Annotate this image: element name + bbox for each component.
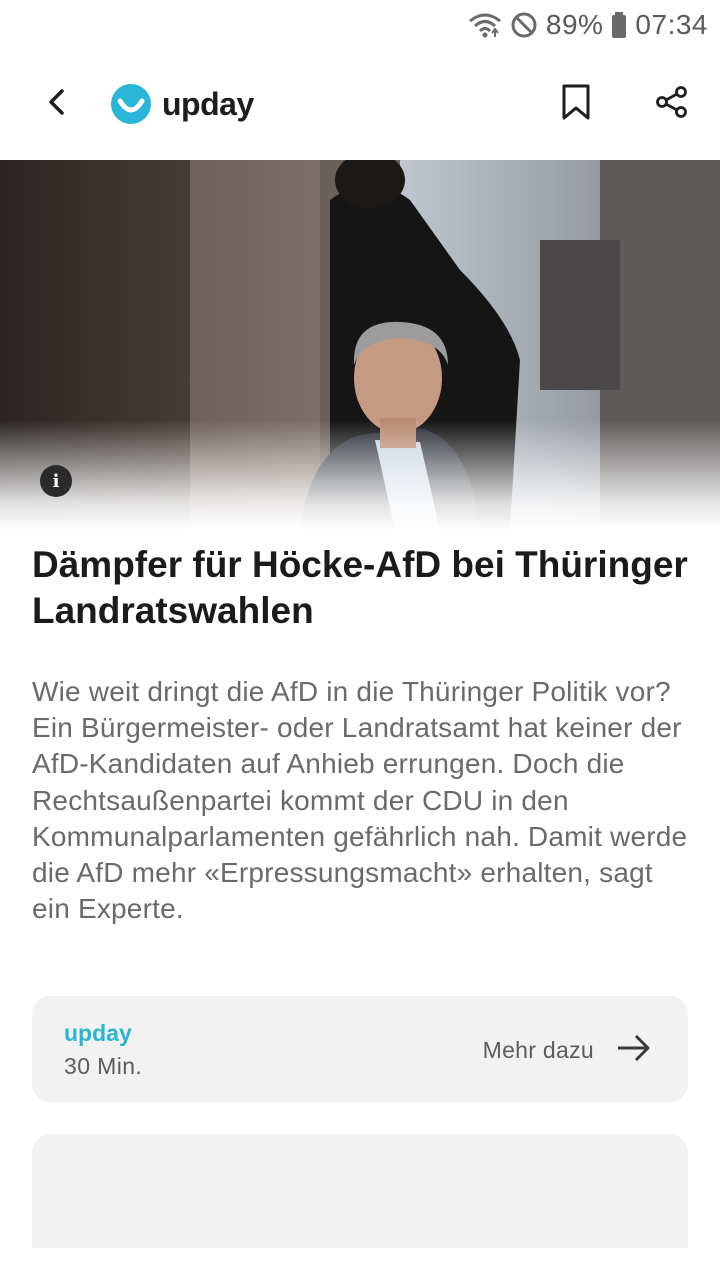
source-name: upday	[64, 1020, 132, 1046]
back-button[interactable]	[30, 80, 82, 128]
battery-percent: 89%	[545, 9, 604, 40]
status-bar: 89% 07:34	[0, 0, 720, 50]
share-icon	[655, 85, 689, 124]
share-button[interactable]	[646, 78, 698, 130]
source-time: 30 Min.	[64, 1053, 143, 1079]
article-screen: 89% 07:34 upday i Dämpfer für Höcke-AfD …	[0, 0, 720, 1280]
app-bar: upday	[0, 60, 720, 148]
back-arrow-icon	[46, 87, 66, 122]
article-headline: Dämpfer für Höcke-AfD bei Thüringer Land…	[32, 544, 688, 631]
brand: upday	[110, 82, 254, 126]
info-icon[interactable]: i	[40, 465, 72, 497]
bookmark-button[interactable]	[550, 78, 602, 130]
battery-icon	[611, 11, 627, 39]
hero-fade	[0, 420, 720, 530]
more-label: Mehr dazu	[482, 1036, 594, 1063]
next-card-placeholder	[32, 1134, 688, 1248]
brand-name: upday	[162, 85, 254, 122]
upday-logo-icon	[110, 83, 152, 125]
wifi-icon	[468, 11, 502, 39]
more-link[interactable]: Mehr dazu	[483, 1030, 652, 1070]
bookmark-icon	[561, 83, 591, 126]
do-not-disturb-icon	[510, 11, 538, 39]
arrow-right-icon	[616, 1033, 652, 1068]
article-summary: Wie weit dringt die AfD in die Thüringer…	[32, 676, 688, 925]
hero-image[interactable]: i	[0, 160, 720, 530]
clock: 07:34	[635, 9, 708, 40]
source-card[interactable]: upday 30 Min. Mehr dazu	[32, 996, 688, 1102]
